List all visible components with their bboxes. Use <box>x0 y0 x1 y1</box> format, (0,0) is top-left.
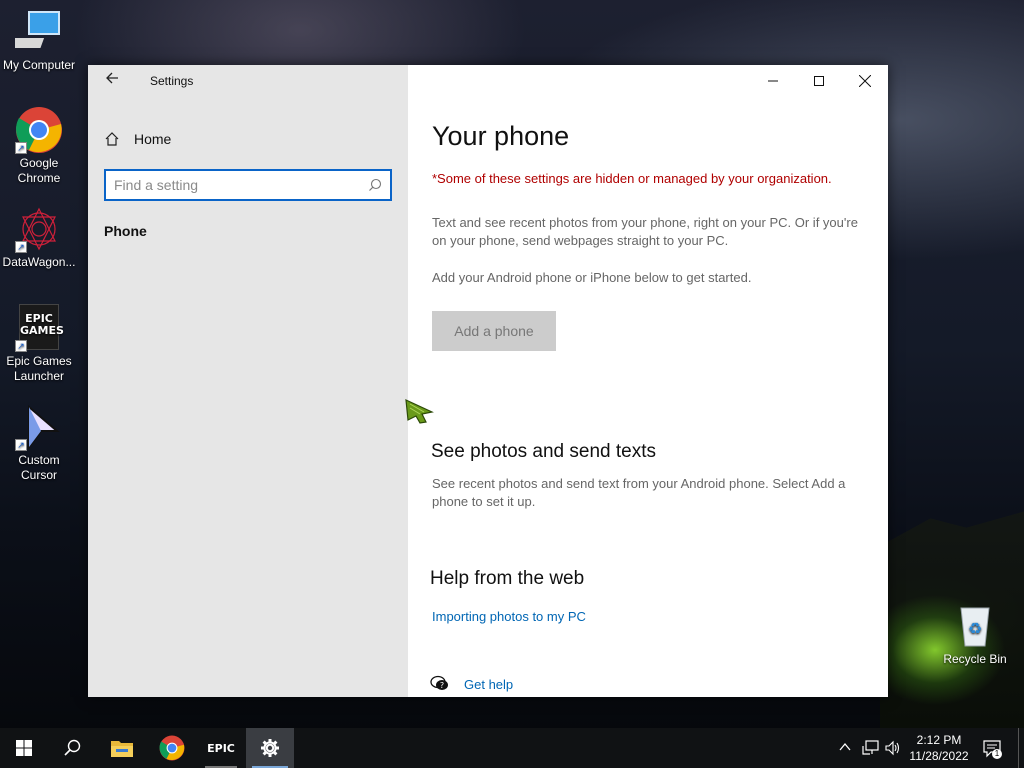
search-icon[interactable] <box>368 178 382 192</box>
page-title: Your phone <box>432 121 570 151</box>
network-icon <box>862 740 879 755</box>
sidebar-item-home[interactable]: Home <box>104 128 171 150</box>
taskbar-search-button[interactable] <box>48 728 96 768</box>
shortcut-arrow-icon: ↗ <box>15 142 27 154</box>
show-desktop-button[interactable] <box>1018 728 1019 768</box>
settings-main-content: Your phone *Some of these settings are h… <box>408 65 888 697</box>
sidebar-item-label: Home <box>134 131 172 147</box>
desktop-icon-label: Google Chrome <box>17 156 61 185</box>
datawagon-icon: ↗ <box>15 205 63 253</box>
get-help-link[interactable]: ? Get help <box>430 675 513 693</box>
taskbar-settings[interactable] <box>246 728 294 768</box>
chat-help-icon: ? <box>430 675 448 690</box>
mouse-cursor-icon <box>405 399 434 424</box>
settings-window: Settings Home Phone Your phone *Some of … <box>88 65 888 697</box>
clock-date: 11/28/2022 <box>909 749 969 763</box>
notification-count: 1 <box>994 749 1000 758</box>
window-title: Settings <box>150 74 194 88</box>
desktop-icon-label: Custom Cursor <box>18 453 60 482</box>
folder-icon <box>111 741 133 757</box>
system-clock[interactable]: 2:12 PM 11/28/2022 <box>904 732 974 764</box>
shortcut-arrow-icon: ↗ <box>15 439 27 451</box>
network-status[interactable] <box>862 740 880 761</box>
svg-text:?: ? <box>440 681 444 690</box>
chrome-icon: ↗ <box>15 106 63 154</box>
svg-text:♻: ♻ <box>968 619 982 638</box>
desktop-icon-label: Epic Games Launcher <box>6 354 72 383</box>
taskbar-epic-games[interactable]: EPIC <box>197 728 245 768</box>
desktop-icon-label: DataWagon... <box>2 255 76 269</box>
taskbar-file-explorer[interactable] <box>98 728 146 768</box>
settings-sidebar: Settings Home Phone <box>88 65 408 697</box>
taskbar: EPIC 2:12 PM 11/28/2022 1 <box>0 728 1024 768</box>
search-input[interactable] <box>114 175 354 195</box>
phone-description: Text and see recent photos from your pho… <box>432 215 858 248</box>
start-button[interactable] <box>0 728 48 768</box>
back-arrow-icon <box>106 72 118 84</box>
back-button[interactable] <box>102 71 122 91</box>
speaker-icon <box>885 740 900 756</box>
gear-icon <box>261 739 279 757</box>
notification-icon <box>983 740 1002 759</box>
cursor-app-icon: ↗ <box>15 403 63 451</box>
clock-time: 2:12 PM <box>916 733 962 747</box>
search-icon <box>64 739 81 756</box>
search-box[interactable] <box>104 169 392 201</box>
desktop-icon-google-chrome[interactable]: ↗ Google Chrome <box>0 106 78 186</box>
chrome-icon <box>159 735 185 761</box>
action-center-button[interactable]: 1 <box>982 738 1004 760</box>
taskbar-chrome[interactable] <box>148 728 196 768</box>
add-phone-button[interactable]: Add a phone <box>432 311 556 351</box>
desktop-icon-my-computer[interactable]: My Computer <box>0 8 78 73</box>
chevron-up-icon <box>839 742 851 751</box>
photos-section-description: See recent photos and send text from you… <box>432 476 846 509</box>
epic-games-icon: EPIC GAMES ↗ <box>15 304 64 352</box>
show-hidden-icons-button[interactable] <box>838 740 852 759</box>
get-help-label: Get help <box>464 676 514 692</box>
desktop-icon-label: My Computer <box>2 58 76 72</box>
help-section-title: Help from the web <box>430 568 585 589</box>
desktop-icon-label: Recycle Bin <box>943 652 1007 666</box>
desktop-icon-recycle-bin[interactable]: ♻ Recycle Bin <box>936 602 1014 667</box>
photos-section-title: See photos and send texts <box>431 441 656 462</box>
desktop-icon-datawagon[interactable]: ↗ DataWagon... <box>0 205 78 270</box>
home-icon <box>105 132 119 146</box>
computer-icon <box>6 8 63 56</box>
volume-control[interactable] <box>885 740 901 761</box>
windows-logo-icon <box>16 740 32 756</box>
sidebar-item-phone[interactable]: Phone <box>104 223 147 239</box>
importing-photos-link[interactable]: Importing photos to my PC <box>432 609 586 624</box>
desktop-icon-epic-games[interactable]: EPIC GAMES ↗ Epic Games Launcher <box>0 304 78 384</box>
epic-games-icon: EPIC <box>207 741 235 755</box>
get-started-text: Add your Android phone or iPhone below t… <box>432 270 752 285</box>
shortcut-arrow-icon: ↗ <box>15 241 27 253</box>
organization-warning: *Some of these settings are hidden or ma… <box>432 171 832 186</box>
shortcut-arrow-icon: ↗ <box>15 340 27 352</box>
recycle-bin-icon: ♻ <box>951 602 999 650</box>
desktop-icon-custom-cursor[interactable]: ↗ Custom Cursor <box>0 403 78 483</box>
